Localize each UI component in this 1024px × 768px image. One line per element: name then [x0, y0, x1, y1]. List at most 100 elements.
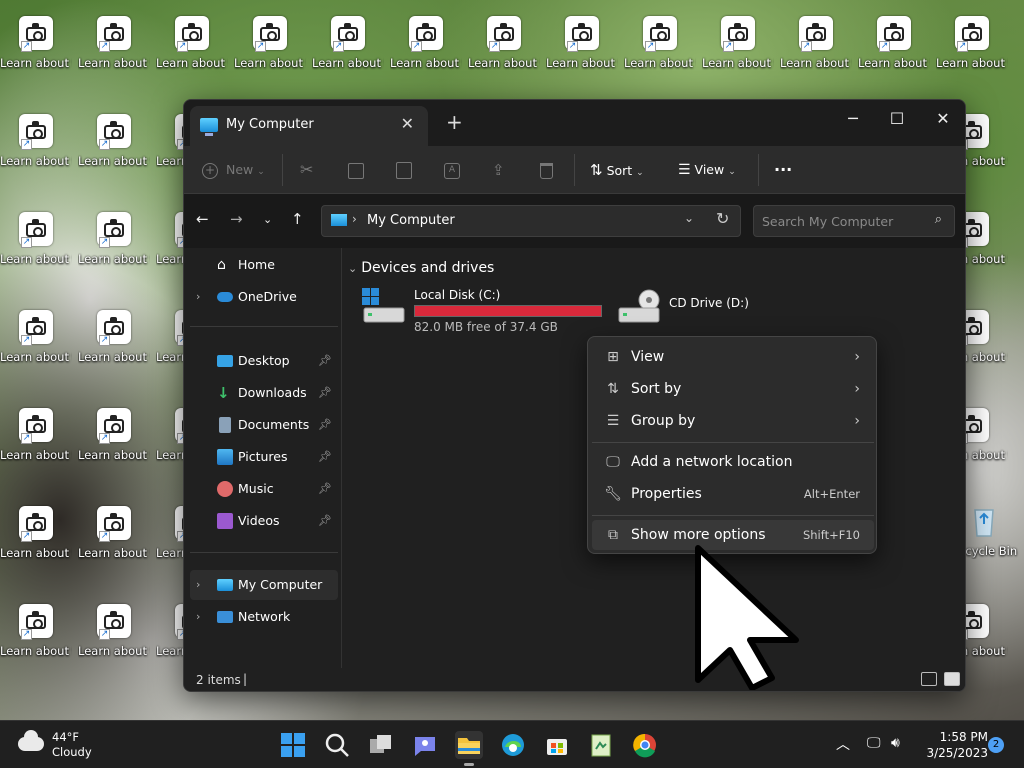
network-status-icon[interactable]: 🖵︎: [867, 735, 881, 751]
desktop-shortcut-icon[interactable]: ↗ Learn about this pictur...: [78, 598, 150, 686]
pin-icon[interactable]: 📌︎: [318, 474, 332, 504]
back-icon[interactable]: ←: [196, 210, 209, 228]
shortcut-arrow-icon: ↗: [99, 139, 110, 150]
details-view-icon[interactable]: [921, 672, 937, 686]
expand-chevron-icon[interactable]: ›: [196, 282, 200, 312]
sidebar-item-label: Network: [238, 609, 291, 624]
desktop-shortcut-icon[interactable]: ↗ Learn about this pictur...: [390, 10, 462, 98]
new-button[interactable]: + New ⌄: [202, 158, 265, 182]
expand-chevron-icon[interactable]: ›: [196, 570, 200, 600]
desktop-shortcut-icon[interactable]: ↗ Learn about this pictur...: [780, 10, 852, 98]
sidebar-item-music[interactable]: Music 📌︎: [190, 474, 338, 504]
drive-c[interactable]: Local Disk (C:) 82.0 MB free of 37.4 GB: [362, 288, 612, 338]
home-icon: ⌂: [217, 257, 226, 273]
desktop-shortcut-icon[interactable]: ↗ Learn about this pictur...: [0, 10, 72, 98]
address-bar[interactable]: › My Computer ⌄ ↻: [321, 205, 741, 237]
maximize-button[interactable]: ☐: [874, 104, 920, 134]
menu-item-sort-by[interactable]: ⇅ Sort by ›: [592, 374, 874, 404]
pin-icon[interactable]: 📌︎: [318, 346, 332, 376]
forward-icon[interactable]: →: [230, 210, 243, 228]
view-button[interactable]: ☰ View ⌄: [678, 158, 736, 182]
desktop-shortcut-icon[interactable]: ↗ Learn about this pictur...: [468, 10, 540, 98]
desktop-shortcut-icon[interactable]: ↗ Learn about this pictur...: [0, 598, 72, 686]
desktop-shortcut-icon[interactable]: ↗ Learn about this pictur...: [78, 108, 150, 196]
weather-widget[interactable]: 44°F Cloudy: [14, 729, 124, 761]
desktop-shortcut-icon[interactable]: ↗ Learn about this pictur...: [312, 10, 384, 98]
chevron-down-icon[interactable]: ⌄: [684, 211, 694, 225]
more-icon[interactable]: ···: [774, 158, 792, 182]
edge-icon[interactable]: [499, 731, 527, 759]
store-icon[interactable]: [543, 731, 571, 759]
chat-icon[interactable]: [411, 731, 439, 759]
search-box[interactable]: ⌕: [753, 205, 955, 237]
new-tab-icon[interactable]: +: [446, 110, 463, 134]
sidebar-item-network[interactable]: › Network: [190, 602, 338, 632]
camera-icon: ↗: [721, 16, 755, 52]
sidebar-item-desktop[interactable]: Desktop 📌︎: [190, 346, 338, 376]
up-icon[interactable]: ↑: [291, 210, 304, 228]
sidebar-item-onedrive[interactable]: › OneDrive: [190, 282, 338, 312]
close-button[interactable]: ✕: [920, 104, 965, 134]
notepad-icon[interactable]: [587, 731, 615, 759]
pin-icon[interactable]: 📌︎: [318, 410, 332, 440]
desktop-shortcut-icon[interactable]: ↗ Learn about this pictur...: [0, 402, 72, 490]
recent-chevron-icon[interactable]: ⌄: [263, 213, 272, 226]
share-icon[interactable]: ⇪: [492, 158, 505, 182]
minimize-button[interactable]: ─: [830, 104, 876, 134]
rename-icon[interactable]: A: [444, 158, 464, 182]
desktop-shortcut-icon[interactable]: ↗ Learn about this pictur...: [78, 500, 150, 588]
sidebar-item-downloads[interactable]: ↓ Downloads 📌︎: [190, 378, 338, 408]
menu-item-view[interactable]: ⊞ View ›: [592, 342, 874, 372]
sidebar-item-pictures[interactable]: Pictures 📌︎: [190, 442, 338, 472]
desktop-shortcut-icon[interactable]: ↗ Learn about this pictur...: [234, 10, 306, 98]
menu-separator: [592, 442, 874, 443]
tab-close-icon[interactable]: ✕: [401, 114, 414, 133]
desktop-shortcut-icon[interactable]: ↗ Learn about this pictur...: [858, 10, 930, 98]
pin-icon[interactable]: 📌︎: [318, 442, 332, 472]
desktop-shortcut-icon[interactable]: ↗ Learn about this pictur...: [624, 10, 696, 98]
desktop-shortcut-icon[interactable]: ↗ Learn about this pictur...: [0, 108, 72, 196]
delete-icon[interactable]: [540, 158, 557, 182]
volume-icon[interactable]: 🔊︎: [891, 735, 900, 751]
refresh-icon[interactable]: ↻: [716, 209, 729, 228]
notification-badge[interactable]: 2: [988, 737, 1004, 753]
desktop-shortcut-icon[interactable]: ↗ Learn about this pictur...: [78, 10, 150, 98]
group-header[interactable]: ⌄ Devices and drives: [348, 260, 498, 276]
desktop-shortcut-icon[interactable]: ↗ Learn about this pictur...: [936, 10, 1008, 98]
menu-item-add-network-location[interactable]: 🖵︎ Add a network location: [592, 447, 874, 477]
menu-item-group-by[interactable]: ☰ Group by ›: [592, 406, 874, 436]
sidebar-item-documents[interactable]: Documents 📌︎: [190, 410, 338, 440]
sort-button[interactable]: ⇅ Sort ⌄: [590, 158, 644, 182]
desktop-shortcut-icon[interactable]: ↗ Learn about this pictur...: [0, 304, 72, 392]
pin-icon[interactable]: 📌︎: [318, 378, 332, 408]
sidebar-item-my-computer[interactable]: › My Computer: [190, 570, 338, 600]
camera-icon: ↗: [97, 604, 131, 640]
desktop-shortcut-icon[interactable]: ↗ Learn about this pictur...: [0, 206, 72, 294]
search-icon[interactable]: [323, 731, 351, 759]
expand-chevron-icon[interactable]: ›: [196, 602, 200, 632]
desktop-shortcut-icon[interactable]: ↗ Learn about this pictur...: [78, 402, 150, 490]
search-input[interactable]: [762, 212, 922, 230]
paste-icon[interactable]: [396, 158, 416, 182]
task-view-icon[interactable]: [367, 731, 395, 759]
menu-item-properties[interactable]: 🔧︎ Properties Alt+Enter: [592, 479, 874, 509]
desktop-shortcut-icon[interactable]: ↗ Learn about this pictur...: [546, 10, 618, 98]
desktop-shortcut-icon[interactable]: ↗ Learn about this pictur...: [156, 10, 228, 98]
tray-overflow-chevron-icon[interactable]: ︿: [836, 734, 850, 754]
desktop-shortcut-icon[interactable]: ↗ Learn about this pictur...: [78, 304, 150, 392]
drive-d[interactable]: CD Drive (D:): [617, 288, 757, 338]
desktop-shortcut-icon[interactable]: ↗ Learn about this pictur...: [78, 206, 150, 294]
start-icon[interactable]: [279, 731, 307, 759]
chrome-icon[interactable]: [631, 731, 659, 759]
desktop-shortcut-icon[interactable]: ↗ Learn about this pictur...: [0, 500, 72, 588]
file-explorer-icon[interactable]: [455, 731, 483, 766]
desktop-shortcut-icon[interactable]: ↗ Learn about this pictur...: [702, 10, 774, 98]
copy-icon[interactable]: [348, 158, 368, 182]
tab-my-computer[interactable]: My Computer ✕: [190, 106, 428, 146]
sidebar-item-home[interactable]: ⌂ Home: [190, 250, 338, 280]
pin-icon[interactable]: 📌︎: [318, 506, 332, 536]
cut-icon[interactable]: ✂: [300, 158, 313, 182]
clock[interactable]: 1:58 PM 3/25/2023: [918, 729, 988, 761]
sidebar-item-videos[interactable]: Videos 📌︎: [190, 506, 338, 536]
tiles-view-icon[interactable]: [944, 672, 960, 686]
